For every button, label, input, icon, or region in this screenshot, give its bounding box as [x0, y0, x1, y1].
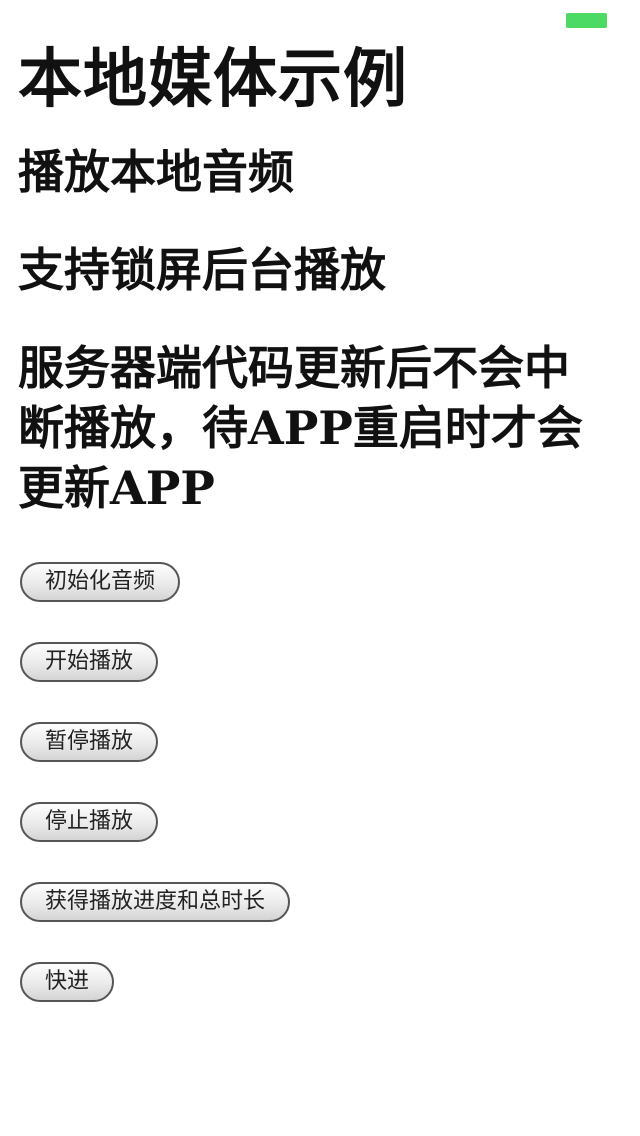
- page-content: 本地媒体示例 播放本地音频 支持锁屏后台播放 服务器端代码更新后不会中断播放，待…: [18, 38, 608, 1042]
- control-buttons: 初始化音频 开始播放 暂停播放 停止播放 获得播放进度和总时长 快进: [18, 562, 608, 1002]
- battery-indicator: [566, 13, 607, 28]
- feature-lockscreen-background: 支持锁屏后台播放: [18, 243, 386, 297]
- feature-local-audio: 播放本地音频: [18, 145, 294, 199]
- init-audio-button[interactable]: 初始化音频: [20, 562, 181, 602]
- get-progress-duration-button[interactable]: 获得播放进度和总时长: [20, 882, 291, 922]
- start-play-button[interactable]: 开始播放: [20, 642, 159, 682]
- fast-forward-button[interactable]: 快进: [20, 962, 115, 1002]
- pause-play-button[interactable]: 暂停播放: [20, 722, 159, 762]
- stop-play-button[interactable]: 停止播放: [20, 802, 159, 842]
- page-title: 本地媒体示例: [18, 42, 408, 117]
- feature-server-update-note: 服务器端代码更新后不会中断播放，待APP重启时才会更新APP: [18, 341, 583, 515]
